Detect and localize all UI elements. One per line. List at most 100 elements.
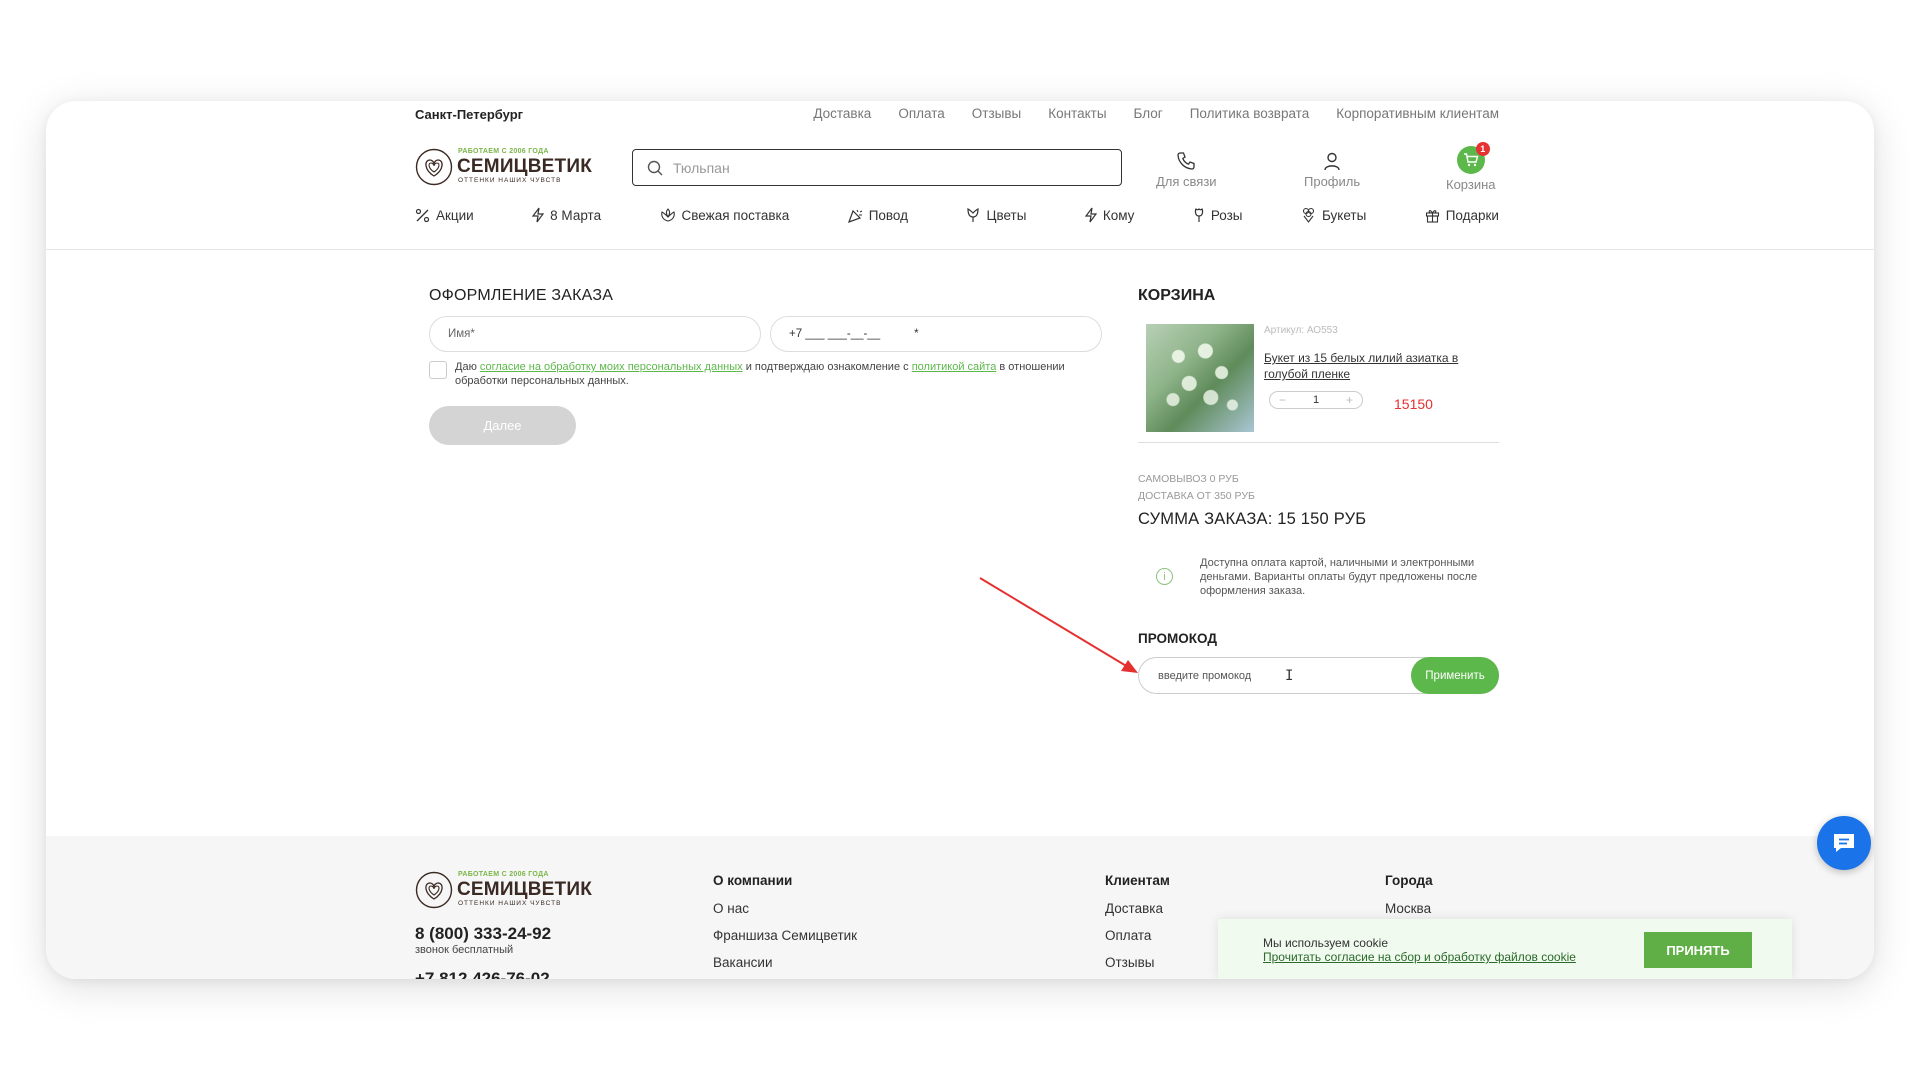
- footer-phone-2[interactable]: +7 812 426-76-02: [415, 969, 550, 979]
- category-flowers[interactable]: Цветы: [966, 207, 1026, 223]
- delivery-options: САМОВЫВОЗ 0 РУБ ДОСТАВКА ОТ 350 РУБ: [1138, 471, 1255, 505]
- category-label: Повод: [868, 207, 909, 223]
- tulip-icon: [967, 208, 980, 222]
- top-link-blog[interactable]: Блог: [1134, 106, 1163, 121]
- promo-field: Применить: [1138, 657, 1499, 694]
- order-total: СУММА ЗАКАЗА: 15 150 РУБ: [1138, 510, 1367, 528]
- footer-phone[interactable]: 8 (800) 333-24-92: [415, 924, 551, 944]
- site-logo[interactable]: РАБОТАЕМ С 2006 ГОДА СЕМИЦВЕТИК ОТТЕНКИ …: [415, 148, 593, 186]
- info-icon: i: [1156, 568, 1173, 585]
- consent-text: Даю согласие на обработку моих персональ…: [455, 361, 1109, 388]
- footer-phone-note: звонок бесплатный: [415, 944, 514, 956]
- category-gifts[interactable]: Подарки: [1425, 207, 1499, 223]
- footer-link[interactable]: Москва: [1385, 901, 1433, 916]
- logo-tagline-top: РАБОТАЕМ С 2006 ГОДА: [458, 871, 549, 878]
- top-link-reviews[interactable]: Отзывы: [972, 106, 1021, 121]
- pickup-cost: САМОВЫВОЗ 0 РУБ: [1138, 473, 1239, 485]
- product-sku: Артикул: АО553: [1264, 325, 1338, 336]
- footer-link[interactable]: Доставка: [1105, 901, 1170, 916]
- category-recipient[interactable]: Кому: [1084, 207, 1135, 223]
- consent-mid: и подтверждаю ознакомление с: [742, 361, 912, 373]
- browser-window: Санкт-Петербург Доставка Оплата Отзывы К…: [46, 101, 1874, 979]
- category-nav: Акции 8 Марта Свежая поставка Повод Цвет…: [415, 207, 1499, 223]
- search-icon: [647, 160, 663, 175]
- profile-label: Профиль: [1304, 174, 1361, 189]
- top-link-contacts[interactable]: Контакты: [1048, 106, 1106, 121]
- search-bar[interactable]: [632, 149, 1122, 186]
- footer-link[interactable]: Франшиза Семицветик: [713, 928, 857, 943]
- top-link-corporate[interactable]: Корпоративным клиентам: [1336, 106, 1499, 121]
- footer-link[interactable]: О нас: [713, 901, 857, 916]
- top-link-return-policy[interactable]: Политика возврата: [1190, 106, 1310, 121]
- cart-title: КОРЗИНА: [1138, 287, 1216, 304]
- product-price: 15150: [1394, 396, 1433, 412]
- percent-icon: [415, 208, 430, 222]
- profile-button[interactable]: Профиль: [1304, 151, 1360, 189]
- chat-button[interactable]: [1817, 816, 1871, 870]
- footer-link[interactable]: Отзывы: [1105, 955, 1170, 970]
- product-name-link[interactable]: Букет из 15 белых лилий азиатка в голубо…: [1264, 350, 1474, 382]
- footer-column-clients: Клиентам Доставка Оплата Отзывы: [1105, 873, 1170, 979]
- footer-column-title: Клиентам: [1105, 873, 1170, 888]
- footer-link[interactable]: Оплата: [1105, 928, 1170, 943]
- category-roses[interactable]: Розы: [1193, 207, 1243, 223]
- category-bouquets[interactable]: Букеты: [1301, 207, 1366, 223]
- qty-value[interactable]: 1: [1313, 394, 1319, 406]
- logo-name: СЕМИЦВЕТИК: [457, 879, 593, 900]
- party-icon: [847, 209, 862, 223]
- phone-icon: [1177, 152, 1195, 170]
- quantity-stepper: − 1 +: [1269, 391, 1363, 409]
- cookie-text: Мы используем cookie: [1263, 936, 1388, 950]
- promo-title: ПРОМОКОД: [1138, 631, 1217, 646]
- category-label: Подарки: [1445, 207, 1499, 223]
- footer-link[interactable]: Вакансии: [713, 955, 857, 970]
- footer-column-title: Города: [1385, 873, 1433, 888]
- rose-icon: [1194, 207, 1203, 222]
- site-policy-link[interactable]: политикой сайта: [912, 361, 997, 373]
- user-icon: [1324, 152, 1340, 171]
- category-label: Букеты: [1321, 207, 1367, 223]
- contact-label: Для связи: [1156, 174, 1217, 189]
- promo-input[interactable]: [1158, 669, 1358, 682]
- name-field[interactable]: Имя*: [429, 316, 761, 352]
- category-march-8[interactable]: 8 Марта: [532, 207, 601, 223]
- next-button[interactable]: Далее: [429, 406, 576, 445]
- cart-count: 1: [1475, 142, 1490, 156]
- phone-field[interactable]: +7 ___ ___-__-__ *: [770, 316, 1102, 352]
- category-fresh-delivery[interactable]: Свежая поставка: [660, 207, 789, 223]
- cart-label: Корзина: [1446, 177, 1496, 192]
- category-label: Кому: [1102, 207, 1135, 223]
- qty-minus-button[interactable]: −: [1279, 393, 1286, 407]
- category-label: Акции: [436, 207, 474, 223]
- category-label: Цветы: [986, 207, 1027, 223]
- product-image[interactable]: [1146, 324, 1254, 432]
- consent-checkbox[interactable]: [429, 361, 447, 379]
- category-occasion[interactable]: Повод: [847, 207, 909, 223]
- footer-logo[interactable]: РАБОТАЕМ С 2006 ГОДА СЕМИЦВЕТИК ОТТЕНКИ …: [415, 871, 593, 909]
- delivery-cost: ДОСТАВКА ОТ 350 РУБ: [1138, 490, 1255, 502]
- phone-required-mark: *: [914, 328, 919, 340]
- category-sales[interactable]: Акции: [415, 207, 474, 223]
- contact-button[interactable]: Для связи: [1156, 151, 1217, 189]
- logo-name: СЕМИЦВЕТИК: [457, 156, 593, 177]
- personal-data-consent-link[interactable]: согласие на обработку моих персональных …: [480, 361, 743, 373]
- qty-plus-button[interactable]: +: [1346, 393, 1353, 407]
- category-label: Розы: [1210, 207, 1243, 223]
- consent-prefix: Даю: [455, 361, 480, 373]
- gift-icon: [1425, 209, 1439, 223]
- top-link-delivery[interactable]: Доставка: [813, 106, 871, 121]
- cart-button[interactable]: 1 Корзина: [1446, 142, 1496, 192]
- logo-tagline-bottom: ОТТЕНКИ НАШИХ ЧУВСТВ: [458, 900, 562, 907]
- cookie-accept-button[interactable]: ПРИНЯТЬ: [1644, 932, 1752, 968]
- flower-icon: [660, 207, 675, 222]
- header-divider: [46, 249, 1874, 250]
- lightning-icon: [532, 207, 545, 223]
- city-selector[interactable]: Санкт-Петербург: [415, 107, 523, 122]
- consent-block: Даю согласие на обработку моих персональ…: [429, 361, 1109, 388]
- cookie-consent-link[interactable]: Прочитать согласие на сбор и обработку ф…: [1263, 950, 1576, 964]
- apply-promo-button[interactable]: Применить: [1411, 657, 1499, 694]
- text-cursor-icon: I: [1285, 668, 1294, 684]
- top-link-payment[interactable]: Оплата: [898, 106, 944, 121]
- search-input[interactable]: [673, 159, 1093, 176]
- bouquet-icon: [1302, 207, 1315, 223]
